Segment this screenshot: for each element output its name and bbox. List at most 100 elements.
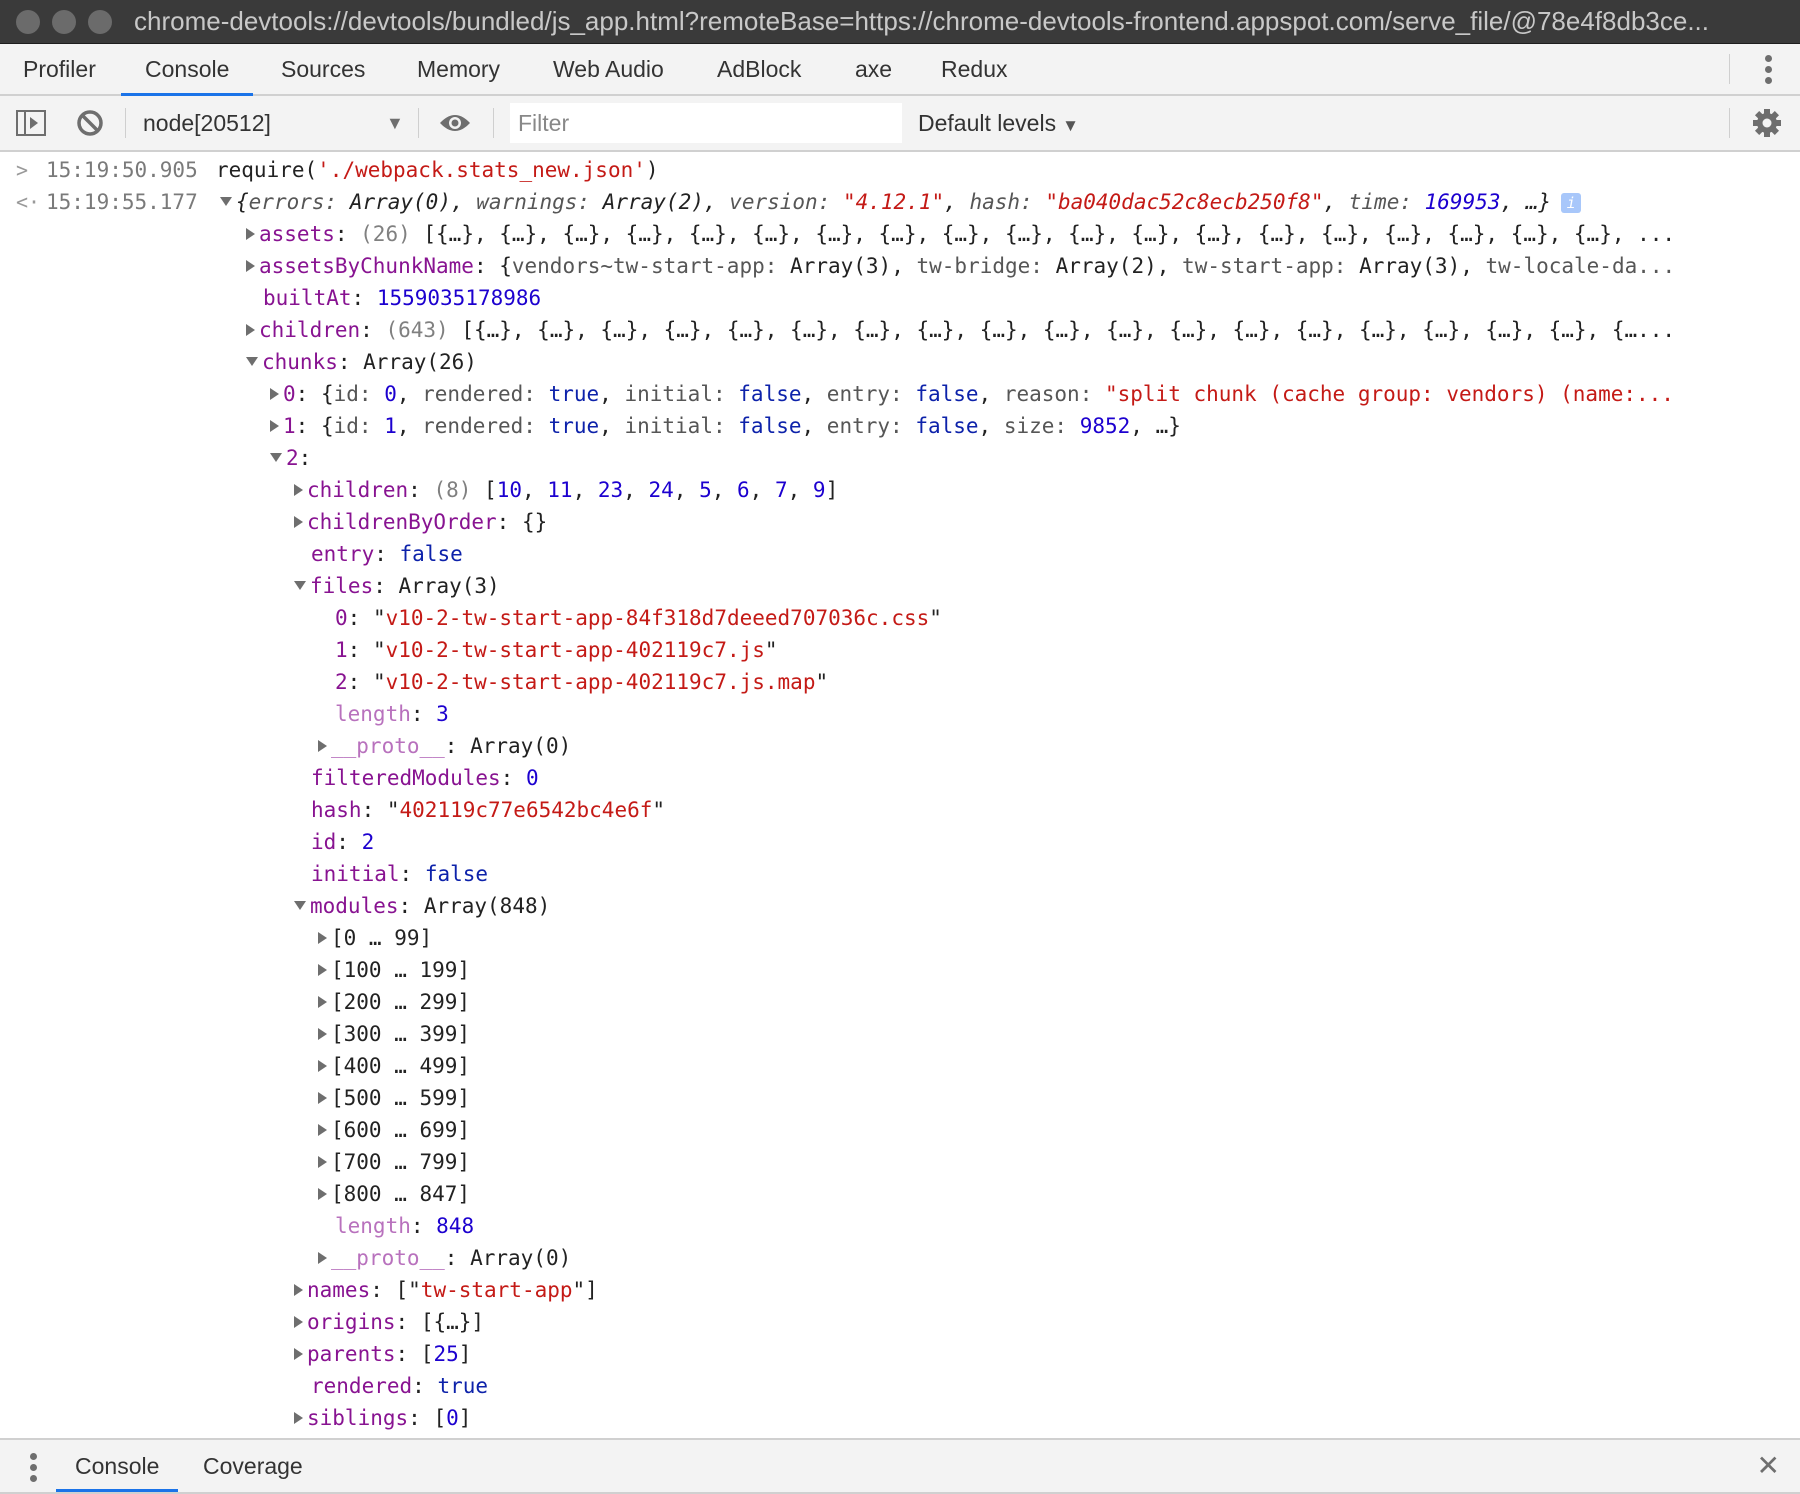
log-levels-dropdown[interactable]: Default levels ▼ (918, 96, 1079, 153)
expand-triangle-icon (318, 1027, 327, 1040)
tree-item-siblings[interactable]: siblings: [0] (294, 1402, 471, 1434)
window-title: chrome-devtools://devtools/bundled/js_ap… (134, 6, 1710, 36)
divider (1729, 108, 1730, 138)
filter-input[interactable] (510, 103, 902, 143)
tree-item-length: length: 848 (335, 1214, 475, 1238)
tree-item-initial: initial: false (311, 862, 489, 886)
tree-item-origins[interactable]: origins: [{…}] (294, 1306, 484, 1338)
drawer-tab-console[interactable]: Console (55, 1440, 179, 1492)
result-icon: <· (16, 190, 41, 214)
gear-icon[interactable] (1752, 108, 1782, 143)
window-controls (16, 9, 112, 34)
divider (1729, 54, 1730, 84)
tab-web-audio[interactable]: Web Audio (553, 44, 664, 94)
drawer-tabbar: Console Coverage ✕ (0, 1438, 1800, 1494)
expand-triangle-icon (246, 323, 255, 336)
tree-item-assets-by-chunk-name[interactable]: assetsByChunkName: {vendors~tw-start-app… (246, 250, 1675, 282)
collapse-triangle-icon (270, 453, 282, 462)
collapse-triangle-icon (294, 581, 306, 590)
tree-item-module-range[interactable]: [300 … 399] (318, 1018, 470, 1050)
tree-item-entry: entry: false (311, 542, 463, 566)
chevron-down-icon[interactable]: ▼ (386, 96, 404, 150)
expand-triangle-icon (318, 963, 327, 976)
expand-triangle-icon (220, 197, 232, 206)
tree-item-module-range[interactable]: [500 … 599] (318, 1082, 470, 1114)
tree-item-id: id: 2 (311, 830, 375, 854)
window-titlebar: chrome-devtools://devtools/bundled/js_ap… (0, 0, 1800, 44)
tree-item-modules[interactable]: modules: Array(848) (294, 890, 550, 922)
expand-triangle-icon (318, 995, 327, 1008)
object-summary[interactable]: {errors: Array(0), warnings: Array(2), v… (220, 186, 1582, 218)
expand-triangle-icon (318, 931, 327, 944)
more-options-icon[interactable] (1765, 55, 1772, 88)
expand-triangle-icon (294, 1315, 303, 1328)
timestamp: 15:19:55.177 (46, 190, 198, 214)
expand-triangle-icon (318, 1123, 327, 1136)
tab-profiler[interactable]: Profiler (23, 44, 96, 94)
tree-item-children-by-order[interactable]: childrenByOrder: {} (294, 506, 547, 538)
divider (125, 108, 126, 138)
tree-item-assets[interactable]: assets: (26) [{…}, {…}, {…}, {…}, {…}, {… (246, 218, 1675, 250)
tree-item-file: 0: "v10-2-tw-start-app-84f318d7deeed7070… (335, 606, 942, 630)
expand-triangle-icon (318, 1059, 327, 1072)
collapse-triangle-icon (294, 901, 306, 910)
tree-item-chunk-2[interactable]: 2: (270, 442, 311, 474)
tab-redux[interactable]: Redux (941, 44, 1007, 94)
info-icon[interactable]: i (1561, 193, 1582, 213)
tree-item-module-range[interactable]: [100 … 199] (318, 954, 470, 986)
tab-sources[interactable]: Sources (281, 44, 365, 94)
tree-item-chunks[interactable]: chunks: Array(26) (246, 346, 477, 378)
expand-triangle-icon (246, 259, 255, 272)
tab-adblock[interactable]: AdBlock (717, 44, 801, 94)
tree-item-files[interactable]: files: Array(3) (294, 570, 500, 602)
timestamp: 15:19:50.905 (46, 158, 198, 182)
expand-triangle-icon (294, 1347, 303, 1360)
context-selector[interactable]: node[20512] (143, 96, 271, 150)
eye-icon[interactable] (439, 112, 471, 139)
drawer-tab-coverage[interactable]: Coverage (203, 1440, 303, 1492)
console-output: > 15:19:50.905 require('./webpack.stats_… (0, 152, 1800, 1438)
clear-console-icon[interactable] (76, 109, 104, 142)
tree-item-children[interactable]: children: (643) [{…}, {…}, {…}, {…}, {…}… (246, 314, 1675, 346)
expand-triangle-icon (294, 1411, 303, 1424)
tab-memory[interactable]: Memory (417, 44, 500, 94)
tree-item-parents[interactable]: parents: [25] (294, 1338, 471, 1370)
expand-triangle-icon (270, 387, 279, 400)
expand-triangle-icon (318, 1091, 327, 1104)
console-result-message: <· 15:19:55.177 {errors: Array(0), warni… (0, 186, 1800, 218)
tree-item-names[interactable]: names: ["tw-start-app"] (294, 1274, 598, 1306)
tree-item-module-range[interactable]: [0 … 99] (318, 922, 432, 954)
tree-item-module-range[interactable]: [400 … 499] (318, 1050, 470, 1082)
divider (493, 108, 494, 138)
tree-item-module-range[interactable]: [800 … 847] (318, 1178, 470, 1210)
drawer-menu-icon[interactable] (30, 1453, 37, 1486)
tree-item-length: length: 3 (335, 702, 449, 726)
tree-item-filtered-modules: filteredModules: 0 (311, 766, 539, 790)
tree-item-chunk-1[interactable]: 1: {id: 1, rendered: true, initial: fals… (270, 410, 1181, 442)
close-window-button[interactable] (16, 9, 40, 34)
tree-item-proto[interactable]: __proto__: Array(0) (318, 730, 571, 762)
tree-item-module-range[interactable]: [700 … 799] (318, 1146, 470, 1178)
tab-axe[interactable]: axe (855, 44, 892, 94)
minimize-window-button[interactable] (52, 9, 76, 34)
close-drawer-icon[interactable]: ✕ (1757, 1450, 1780, 1482)
sidebar-toggle-icon[interactable] (16, 110, 46, 141)
collapse-triangle-icon (246, 357, 258, 366)
chevron-down-icon: ▼ (1062, 116, 1079, 135)
tree-item-proto[interactable]: __proto__: Array(0) (318, 1242, 571, 1274)
tree-item-module-range[interactable]: [600 … 699] (318, 1114, 470, 1146)
tree-item-module-range[interactable]: [200 … 299] (318, 986, 470, 1018)
divider (418, 108, 419, 138)
expand-triangle-icon (294, 1283, 303, 1296)
tree-item-chunk-children[interactable]: children: (8) [10, 11, 23, 24, 5, 6, 7, … (294, 474, 838, 506)
expand-triangle-icon (270, 419, 279, 432)
expand-triangle-icon (318, 1187, 327, 1200)
panel-tabbar: Profiler Console Sources Memory Web Audi… (0, 44, 1800, 96)
tree-item-file: 1: "v10-2-tw-start-app-402119c7.js" (335, 638, 778, 662)
tab-console[interactable]: Console (120, 44, 254, 96)
console-input-message: > 15:19:50.905 require('./webpack.stats_… (0, 154, 1800, 186)
maximize-window-button[interactable] (88, 9, 112, 34)
expand-triangle-icon (318, 1155, 327, 1168)
expand-triangle-icon (294, 483, 303, 496)
tree-item-chunk-0[interactable]: 0: {id: 0, rendered: true, initial: fals… (270, 378, 1674, 410)
